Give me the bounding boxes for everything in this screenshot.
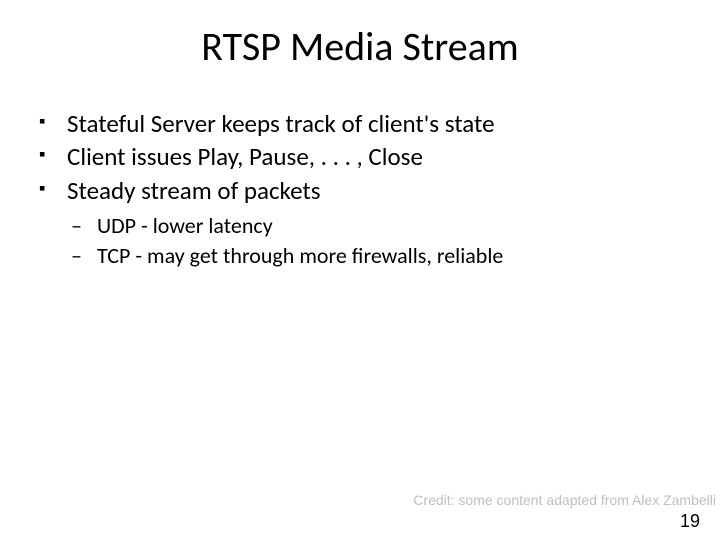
- bullet-list: Stateful Server keeps track of client's …: [35, 108, 685, 206]
- credit-text: Credit: some content adapted from Alex Z…: [413, 492, 716, 508]
- slide: RTSP Media Stream Stateful Server keeps …: [0, 0, 720, 540]
- bullet-item: Client issues Play, Pause, . . . , Close: [35, 141, 685, 172]
- sub-bullet-item: UDP - lower latency: [35, 212, 685, 241]
- slide-title: RTSP Media Stream: [0, 22, 720, 71]
- slide-content: Stateful Server keeps track of client's …: [35, 108, 685, 273]
- bullet-item: Steady stream of packets: [35, 175, 685, 206]
- sub-bullet-item: TCP - may get through more firewalls, re…: [35, 242, 685, 271]
- bullet-item: Stateful Server keeps track of client's …: [35, 108, 685, 139]
- page-number: 19: [680, 511, 700, 532]
- sub-bullet-list: UDP - lower latency TCP - may get throug…: [35, 212, 685, 271]
